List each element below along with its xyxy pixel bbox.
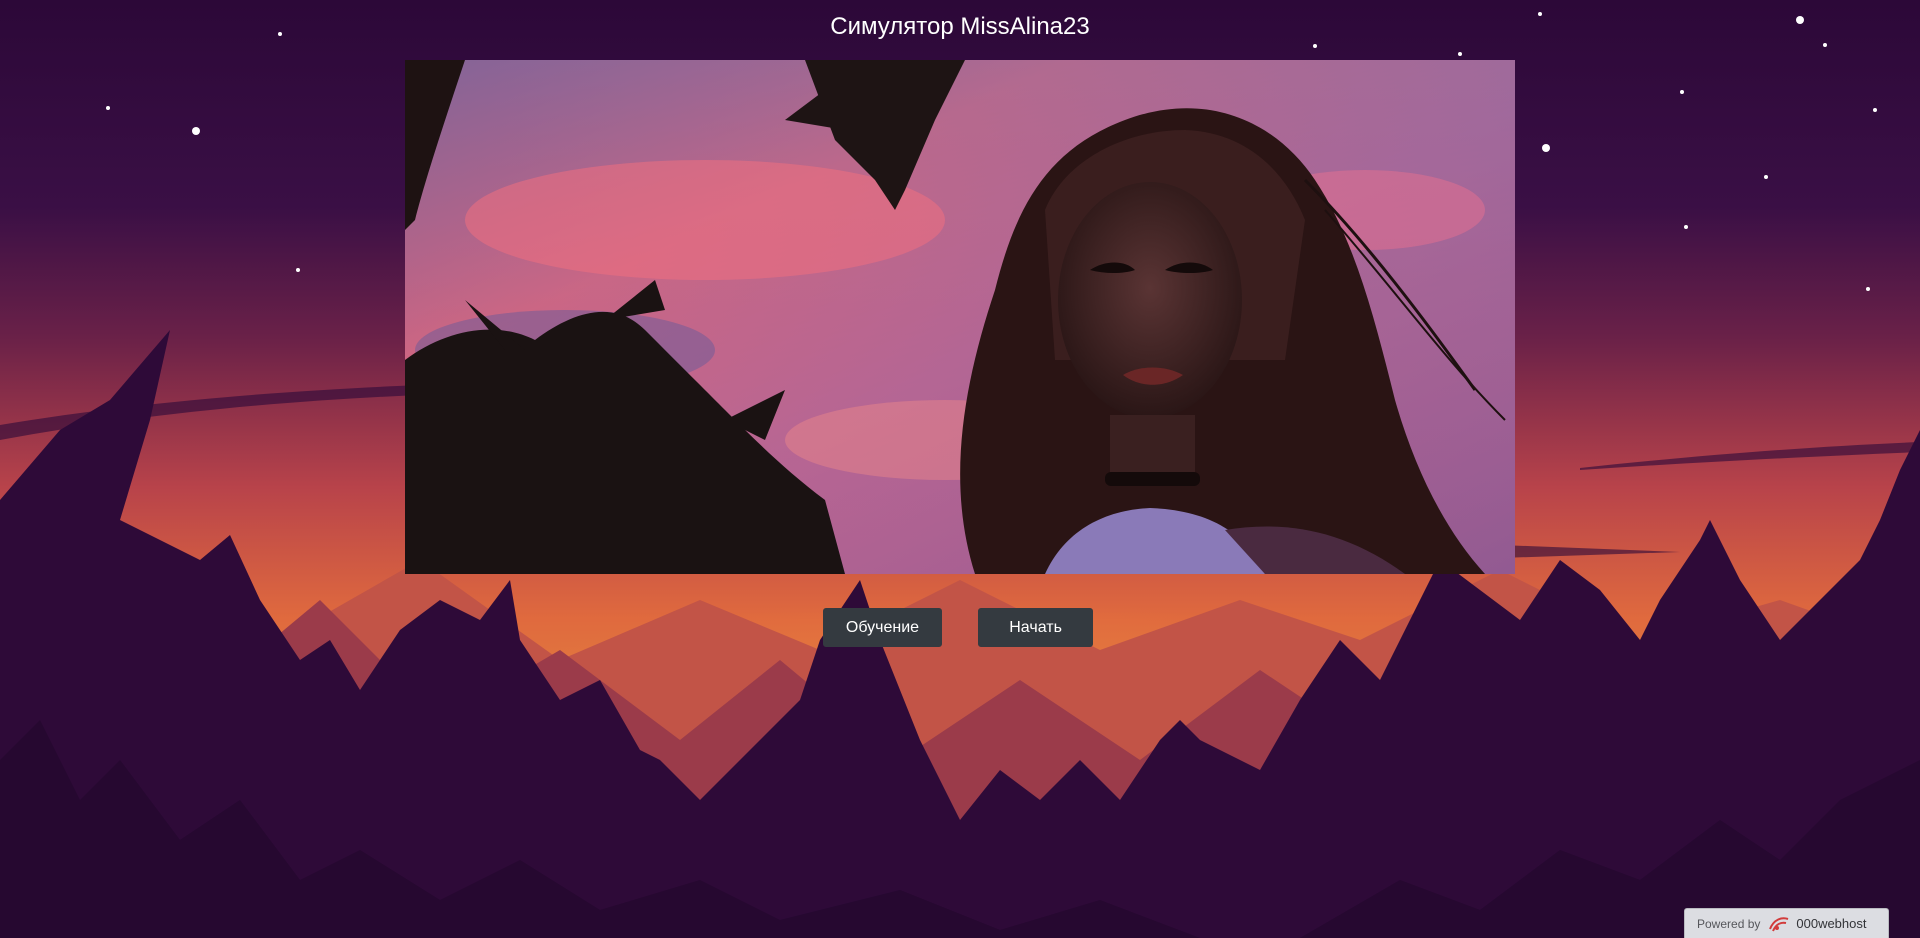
powered-by-label: Powered by: [1697, 916, 1761, 931]
start-button[interactable]: Начать: [978, 608, 1094, 647]
powered-by-badge[interactable]: Powered by 000webhost: [1684, 908, 1889, 938]
tutorial-button[interactable]: Обучение: [822, 608, 943, 647]
page-title: Симулятор MissAlina23: [830, 13, 1090, 40]
hero-image: [405, 60, 1515, 574]
action-buttons: Обучение Начать: [0, 608, 1920, 647]
webhost-logo-icon: [1768, 915, 1790, 933]
brand-label: 000webhost: [1796, 916, 1867, 931]
